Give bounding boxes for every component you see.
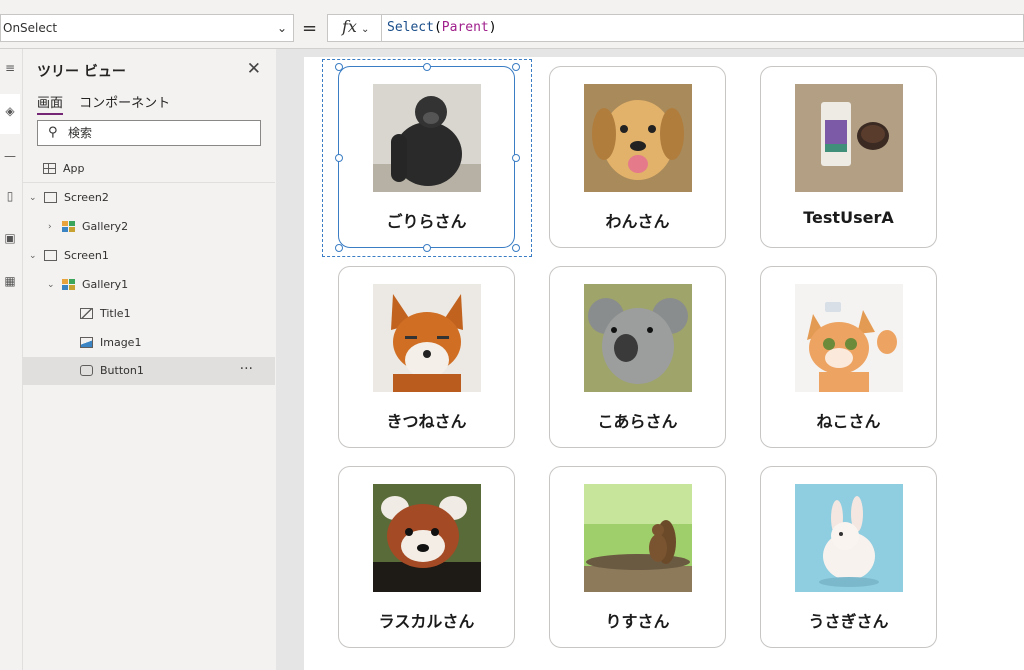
gallery-card[interactable]: うさぎさん bbox=[760, 466, 937, 648]
gallery-icon bbox=[62, 279, 75, 290]
formula-function: Select bbox=[387, 20, 434, 35]
close-icon[interactable]: ✕ bbox=[247, 59, 261, 79]
equals-sign: = bbox=[302, 18, 318, 39]
coffee-product-image bbox=[795, 84, 903, 192]
tree-node-gallery1[interactable]: ⌄ Gallery1 bbox=[23, 271, 275, 299]
gallery-icon bbox=[62, 221, 75, 232]
insert-icon[interactable]: — bbox=[0, 149, 20, 163]
top-strip bbox=[0, 0, 1024, 8]
app-icon bbox=[43, 163, 56, 174]
item-name: きつねさん bbox=[386, 412, 467, 431]
tools-icon[interactable]: ▦ bbox=[0, 274, 20, 288]
screen-icon bbox=[44, 192, 57, 203]
tree-node-screen2[interactable]: ⌄ Screen2 bbox=[23, 184, 275, 212]
fx-button[interactable]: fx ⌄ bbox=[327, 14, 382, 42]
item-name: こあらさん bbox=[597, 412, 678, 431]
property-select[interactable]: OnSelect ⌄ bbox=[0, 14, 294, 42]
item-name: わんさん bbox=[605, 212, 670, 231]
chevron-right-icon[interactable]: › bbox=[48, 213, 52, 241]
tree-node-screen1[interactable]: ⌄ Screen1 bbox=[23, 242, 275, 270]
search-icon: ⚲ bbox=[48, 125, 58, 140]
tree-node-app[interactable]: App bbox=[23, 155, 275, 183]
tree-node-image1[interactable]: Image1 bbox=[23, 329, 275, 357]
search-input[interactable]: ⚲ 検索 bbox=[37, 120, 261, 146]
formula-input[interactable]: Select(Parent) bbox=[382, 14, 1024, 42]
tree-node-label: Button1 bbox=[100, 364, 144, 377]
resize-handle[interactable] bbox=[335, 244, 343, 252]
gallery-card[interactable]: わんさん bbox=[549, 66, 726, 248]
chevron-down-icon[interactable]: ⌄ bbox=[29, 242, 37, 270]
item-name: ねこさん bbox=[816, 412, 881, 431]
selection-frame bbox=[322, 59, 532, 257]
tab-components[interactable]: コンポーネント bbox=[79, 92, 170, 113]
tree-view-title: ツリー ビュー bbox=[37, 64, 126, 80]
image-icon bbox=[80, 337, 93, 348]
layers-icon[interactable]: ◈ bbox=[0, 104, 20, 118]
button-icon bbox=[80, 365, 93, 376]
kitten-image bbox=[795, 284, 903, 392]
tree-node-label: App bbox=[63, 162, 85, 175]
chevron-down-icon: ⌄ bbox=[360, 24, 370, 35]
squirrel-image bbox=[584, 484, 692, 592]
item-name: TestUserA bbox=[803, 208, 894, 227]
item-name: うさぎさん bbox=[808, 612, 889, 631]
resize-handle[interactable] bbox=[335, 63, 343, 71]
divider bbox=[23, 182, 275, 183]
tree-tabs: 画面 コンポーネント bbox=[37, 92, 182, 115]
rabbit-image bbox=[795, 484, 903, 592]
tree-node-title1[interactable]: Title1 bbox=[23, 300, 275, 328]
tree-node-label: Gallery1 bbox=[82, 278, 129, 291]
edit-icon bbox=[80, 308, 93, 319]
gallery-card[interactable]: りすさん bbox=[549, 466, 726, 648]
more-options-icon[interactable]: ··· bbox=[240, 355, 253, 383]
left-rail: ≡ ◈ — ▯ ▣ ▦ bbox=[0, 49, 23, 670]
chevron-down-icon[interactable]: ⌄ bbox=[47, 271, 55, 299]
media-icon[interactable]: ▣ bbox=[0, 231, 20, 245]
resize-handle[interactable] bbox=[512, 63, 520, 71]
koala-image bbox=[584, 284, 692, 392]
resize-handle[interactable] bbox=[423, 244, 431, 252]
search-placeholder: 検索 bbox=[68, 126, 93, 140]
tree-node-gallery2[interactable]: › Gallery2 bbox=[23, 213, 275, 241]
tree-node-label: Gallery2 bbox=[82, 220, 129, 233]
gallery-card[interactable]: ねこさん bbox=[760, 266, 937, 448]
puppy-image bbox=[584, 84, 692, 192]
menu-icon[interactable]: ≡ bbox=[0, 61, 20, 75]
resize-handle[interactable] bbox=[335, 154, 343, 162]
gallery-card[interactable]: こあらさん bbox=[549, 266, 726, 448]
resize-handle[interactable] bbox=[512, 244, 520, 252]
gallery-card[interactable]: きつねさん bbox=[338, 266, 515, 448]
tree-node-label: Screen1 bbox=[64, 249, 109, 262]
property-value: OnSelect bbox=[3, 21, 58, 35]
item-name: りすさん bbox=[605, 612, 670, 631]
resize-handle[interactable] bbox=[423, 63, 431, 71]
gallery-card[interactable]: TestUserA bbox=[760, 66, 937, 248]
resize-handle[interactable] bbox=[512, 154, 520, 162]
red-panda-image bbox=[373, 484, 481, 592]
item-name: ラスカルさん bbox=[378, 612, 475, 631]
tab-screens[interactable]: 画面 bbox=[37, 92, 64, 115]
chevron-down-icon[interactable]: ⌄ bbox=[29, 184, 37, 212]
tree-node-label: Image1 bbox=[100, 336, 142, 349]
tree-node-label: Title1 bbox=[100, 307, 131, 320]
gallery-card[interactable]: ラスカルさん bbox=[338, 466, 515, 648]
fx-icon: fx bbox=[342, 17, 357, 36]
fox-image bbox=[373, 284, 481, 392]
tree-node-label: Screen2 bbox=[64, 191, 109, 204]
data-icon[interactable]: ▯ bbox=[0, 189, 20, 203]
screen-icon bbox=[44, 250, 57, 261]
tree-node-button1[interactable]: Button1 ··· bbox=[23, 357, 275, 385]
chevron-down-icon: ⌄ bbox=[276, 21, 287, 35]
formula-argument: Parent bbox=[441, 20, 489, 35]
formula-bar: OnSelect ⌄ = fx ⌄ Select(Parent) bbox=[0, 8, 1024, 49]
tree-view-panel: ツリー ビュー ✕ 画面 コンポーネント ⚲ 検索 App ⌄ Screen2 … bbox=[23, 49, 275, 670]
